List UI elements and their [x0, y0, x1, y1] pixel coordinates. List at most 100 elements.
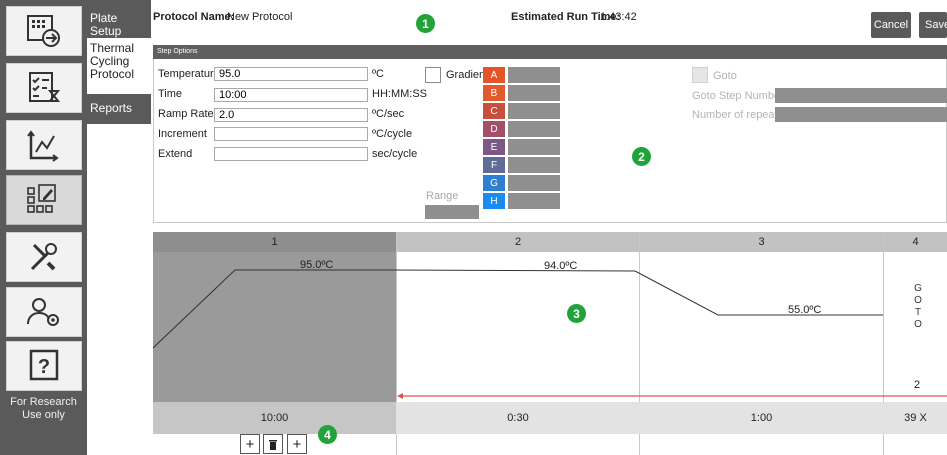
trash-icon [269, 439, 277, 450]
research-use-note-line2: Use only [22, 409, 65, 421]
step-1-duration: 10:00 [153, 402, 396, 434]
svg-text:?: ? [38, 356, 50, 378]
gradient-row-field[interactable] [508, 103, 560, 119]
step-1-temperature: 95.0ºC [300, 259, 334, 271]
open-file-button[interactable] [6, 6, 82, 56]
gradient-row-field[interactable] [508, 85, 560, 101]
save-button[interactable]: Save [919, 12, 947, 38]
plate-protocol-edit-button[interactable] [6, 175, 82, 225]
gradient-row-letter: B [483, 85, 505, 101]
step-2-temperature-line [390, 269, 636, 272]
research-use-note-line1: For Research [10, 396, 77, 408]
temperature-profile-graph [153, 269, 947, 399]
gradient-label: Gradient [446, 69, 489, 81]
cancel-button[interactable]: Cancel [871, 12, 911, 38]
time-label: Time [158, 88, 183, 100]
tools-icon [30, 243, 57, 271]
gradient-row-letter: D [483, 121, 505, 137]
gradient-row-letter: E [483, 139, 505, 155]
protocol-name-label: Protocol Name: [153, 11, 235, 23]
gradient-row-letter: C [483, 103, 505, 119]
gradient-row-field[interactable] [508, 121, 560, 137]
step-3-temperature: 55.0ºC [788, 304, 822, 316]
gradient-row-letter: G [483, 175, 505, 191]
step-options-title: Step Options [153, 45, 947, 59]
step-number-2[interactable]: 2 [397, 232, 639, 252]
gradient-row-letter: H [483, 193, 505, 209]
nav-plate-setup[interactable]: Plate Setup [87, 0, 151, 38]
step-2-temperature: 94.0ºC [544, 260, 578, 272]
gradient-row-field[interactable] [508, 157, 560, 173]
step-3-duration: 1:00 [750, 412, 773, 424]
open-file-icon [27, 15, 60, 47]
step-number-3[interactable]: 3 [640, 232, 883, 252]
analysis-chart-icon [27, 130, 59, 162]
plus-icon: + [292, 435, 302, 453]
run-analysis-button[interactable] [6, 120, 82, 170]
ramp-rate-label: Ramp Rate [158, 108, 214, 120]
goto-label: Goto [713, 70, 737, 82]
gradient-row-letter: F [483, 157, 505, 173]
ramp-rate-input[interactable] [214, 108, 368, 122]
step-4-cycles: 39 X [904, 412, 927, 424]
number-of-repeats-field[interactable] [775, 107, 947, 122]
temperature-input[interactable] [214, 67, 368, 81]
add-step-after-button[interactable]: + [287, 434, 307, 454]
increment-input[interactable] [214, 127, 368, 141]
extend-label: Extend [158, 148, 193, 160]
step-1-temperature-line [153, 269, 391, 349]
checklist-timer-icon [29, 72, 61, 102]
help-icon: ? [29, 349, 59, 381]
ramp-rate-unit: ºC/sec [372, 108, 405, 120]
temperature-unit: ºC [372, 68, 384, 80]
goto-step-number-label: Goto Step Number [692, 90, 784, 102]
extend-unit: sec/cycle [372, 148, 418, 160]
number-of-repeats-label: Number of repeats [692, 109, 784, 121]
range-label: Range [426, 190, 459, 202]
tools-button[interactable] [6, 232, 82, 282]
step-3-temperature-line [634, 270, 883, 316]
goto-arrow-head-icon [397, 393, 403, 399]
gradient-row-field[interactable] [508, 67, 560, 83]
gradient-checkbox[interactable] [425, 67, 441, 83]
callout-badge-1: 1 [416, 14, 435, 33]
nav-thermal-cycling-protocol[interactable]: Thermal Cycling Protocol [87, 38, 151, 94]
goto-step-number-field[interactable] [775, 88, 947, 103]
gradient-row-field[interactable] [508, 193, 560, 209]
plus-icon: + [245, 435, 255, 453]
goto-letter: G [914, 283, 922, 294]
callout-badge-3: 3 [567, 304, 586, 323]
step-number-1[interactable]: 1 [153, 232, 396, 252]
gradient-row-field[interactable] [508, 175, 560, 191]
step-number-4[interactable]: 4 [884, 232, 947, 252]
callout-badge-4: 4 [318, 425, 337, 444]
help-button[interactable]: ? [6, 341, 82, 391]
nav-reports[interactable]: Reports [87, 94, 151, 124]
goto-checkbox[interactable] [692, 67, 708, 83]
callout-badge-2: 2 [632, 147, 651, 166]
protocol-name-value: New Protocol [227, 11, 293, 23]
goto-target-step: 2 [914, 379, 921, 391]
goto-letter: T [914, 307, 922, 318]
protocol-checklist-button[interactable] [6, 63, 82, 113]
user-settings-button[interactable] [6, 287, 82, 337]
run-time-value: 1:43:42 [600, 11, 637, 23]
goto-letter: O [914, 319, 922, 330]
gradient-row-letter: A [483, 67, 505, 83]
plate-edit-icon [27, 184, 56, 213]
increment-unit: ºC/cycle [372, 128, 413, 140]
user-settings-icon [27, 298, 59, 326]
time-input[interactable] [214, 88, 368, 102]
time-unit: HH:MM:SS [372, 88, 427, 100]
temperature-label: Temperature [158, 68, 220, 80]
extend-input[interactable] [214, 147, 368, 161]
range-field[interactable] [425, 205, 479, 219]
increment-label: Increment [158, 128, 207, 140]
step-2-duration: 0:30 [507, 412, 529, 424]
goto-vertical-label: G O T O [912, 283, 924, 331]
goto-letter: O [914, 295, 922, 306]
add-step-before-button[interactable]: + [240, 434, 260, 454]
delete-step-button[interactable] [263, 434, 283, 454]
research-use-note: For Research Use only [0, 396, 87, 422]
gradient-row-field[interactable] [508, 139, 560, 155]
